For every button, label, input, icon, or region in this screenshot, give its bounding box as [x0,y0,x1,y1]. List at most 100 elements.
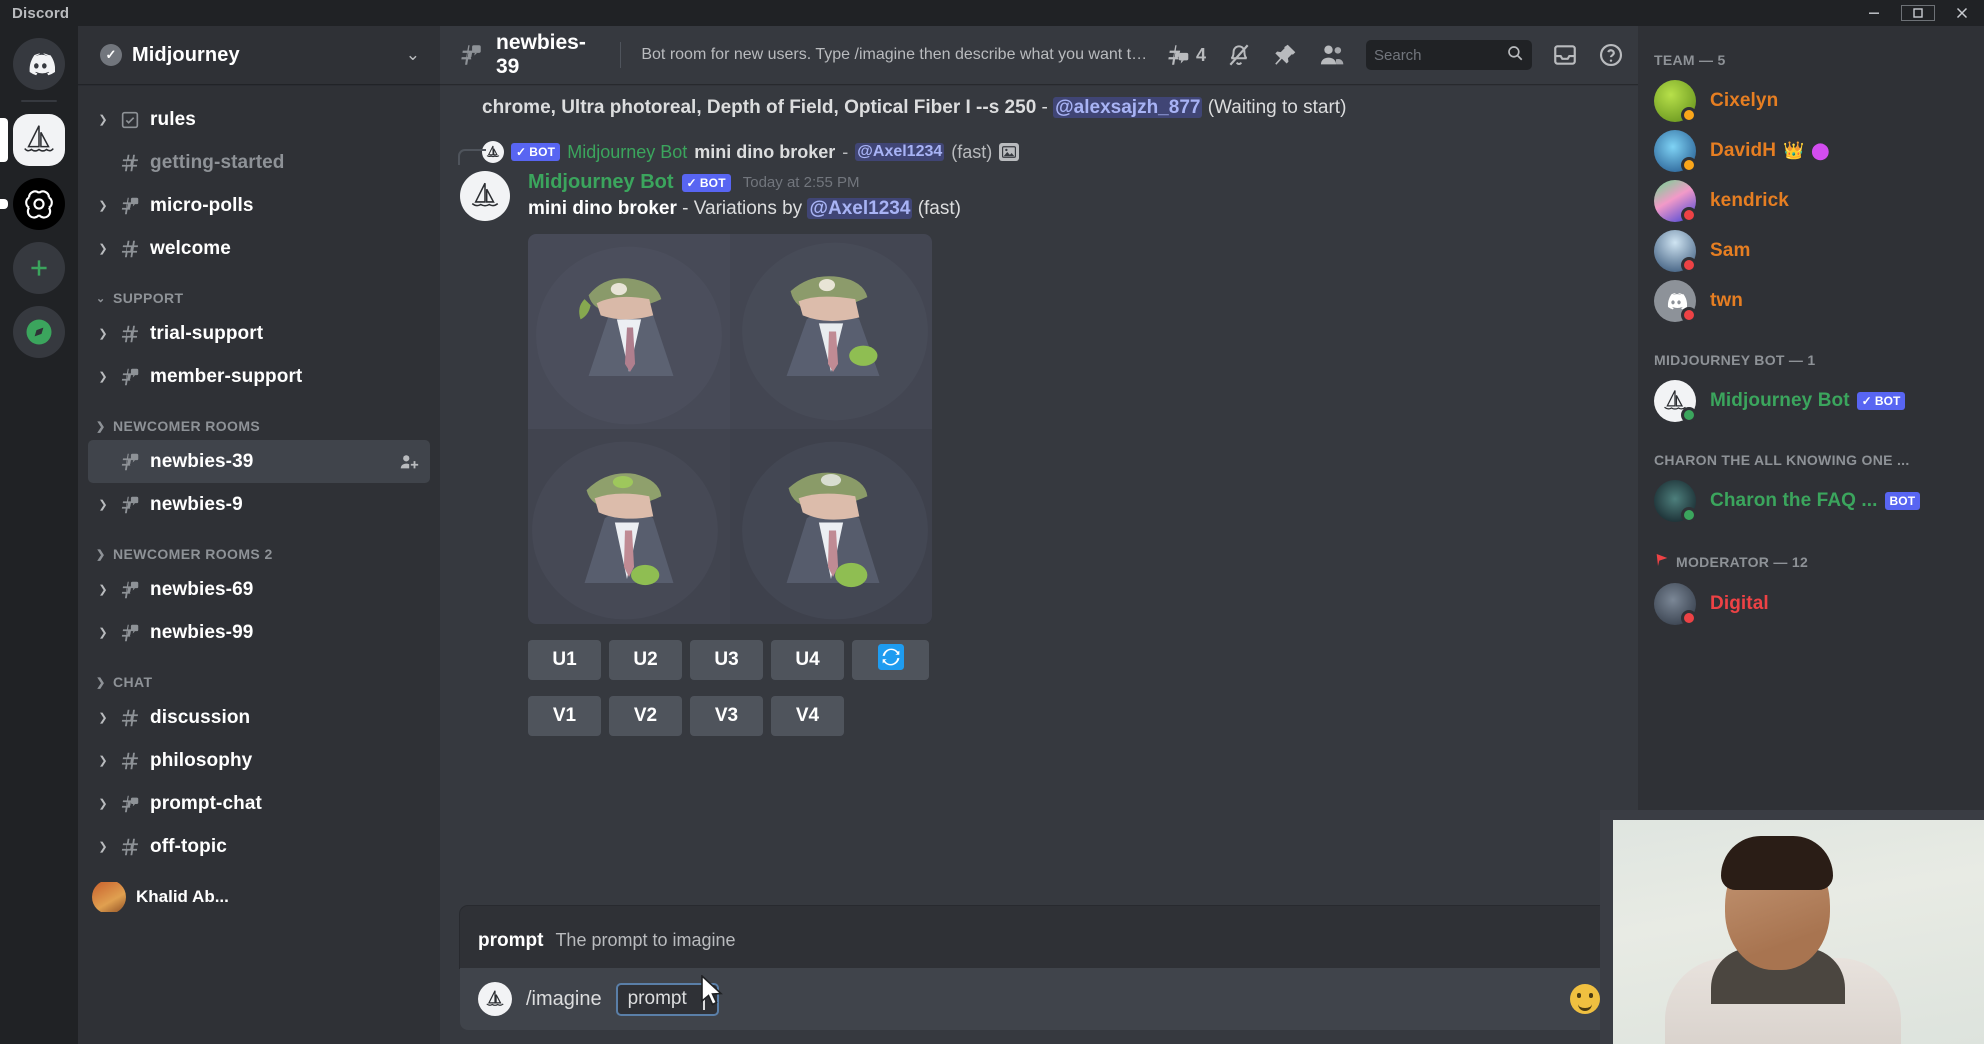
member-row[interactable]: DavidH 👑 ⬤ [1638,126,1984,176]
category-support[interactable]: ⌄ SUPPORT [78,270,440,312]
reroll-button[interactable] [852,640,929,680]
image-tile[interactable] [528,429,730,624]
maximize-icon[interactable] [1896,0,1940,26]
bot-message: Midjourney Bot ✓ BOT Today at 2:55 PM mi… [440,165,1638,736]
unread-arrow-icon: ❯ [98,798,108,810]
member-row[interactable]: Charon the FAQ ... BOT [1638,476,1984,526]
webcam-hair [1721,836,1833,890]
hash-thread-icon [117,793,143,815]
rail-item-home-discord[interactable] [8,38,70,90]
inbox-icon[interactable] [1552,42,1578,68]
sidebar-item-label: newbies-9 [150,493,243,515]
rail-item-add-server[interactable] [8,242,70,294]
category-newcomer-rooms[interactable]: ❯ NEWCOMER ROOMS [78,398,440,440]
rail-item-explore-servers[interactable] [8,306,70,358]
message-author[interactable]: Midjourney Bot [528,171,674,194]
image-tile[interactable] [730,429,932,624]
member-group-charon: CHARON THE ALL KNOWING ONE ... [1638,426,1984,476]
search-input[interactable]: Search [1366,40,1532,70]
member-name: kendrick [1710,190,1789,211]
upscale-button-u2[interactable]: U2 [609,640,682,680]
category-chat[interactable]: ❯ CHAT [78,654,440,696]
member-row[interactable]: Digital [1638,579,1984,629]
avatar [1654,180,1697,223]
bot-badge-check: ✓ [686,175,697,190]
upscale-button-u3[interactable]: U3 [690,640,763,680]
sidebar-item-newbies-99[interactable]: ❯ newbies-99 [88,611,430,654]
sidebar-partial-user[interactable]: Khalid Ab... [78,882,440,912]
member-row[interactable]: Sam [1638,226,1984,276]
sidebar-item-philosophy[interactable]: ❯ philosophy [88,739,430,782]
variation-button-v4[interactable]: V4 [771,696,844,736]
member-row[interactable]: twn [1638,276,1984,326]
main-content: newbies-39 Bot room for new users. Type … [440,0,1638,1044]
sidebar-item-discussion[interactable]: ❯ discussion [88,696,430,739]
upscale-button-u1[interactable]: U1 [528,640,601,680]
chevron-down-icon: ⌄ [96,292,106,305]
variation-button-v3[interactable]: V3 [690,696,763,736]
pin-icon[interactable] [1272,42,1298,68]
emoji-icon[interactable] [1570,984,1600,1014]
sidebar-item-newbies-69[interactable]: ❯ newbies-69 [88,568,430,611]
help-icon[interactable] [1598,42,1624,68]
chevron-down-icon[interactable]: ⌄ [406,45,420,65]
sidebar-item-micro-polls[interactable]: ❯ micro-polls [88,184,430,227]
member-row[interactable]: kendrick [1638,176,1984,226]
member-group-team: TEAM — 5 [1638,26,1984,76]
close-icon[interactable] [1940,0,1984,26]
sidebar-item-label: off-topic [150,835,227,857]
sidebar-item-member-support[interactable]: ❯ member-support [88,355,430,398]
reply-reference[interactable]: ✓ BOT Midjourney Bot mini dino broker - … [440,123,1638,165]
sidebar-item-off-topic[interactable]: ❯ off-topic [88,825,430,868]
rail-item-midjourney-server[interactable] [0,114,70,166]
message-header: Midjourney Bot ✓ BOT Today at 2:55 PM [528,171,1638,194]
sidebar-item-prompt-chat[interactable]: ❯ prompt-chat [88,782,430,825]
member-row[interactable]: Cixelyn [1638,76,1984,126]
sailboat-icon [13,114,65,166]
members-icon[interactable] [1318,41,1346,69]
sidebar-item-getting-started[interactable]: ❯ getting-started [88,141,430,184]
user-mention[interactable]: @Axel1234 [807,198,913,219]
guild-header[interactable]: ✓ Midjourney ⌄ [78,26,440,84]
member-name: Charon the FAQ ... [1710,490,1878,511]
rail-item-openai-server[interactable] [0,178,70,230]
continued-dash: - [1041,97,1048,118]
sidebar-partial-user-label: Khalid Ab... [136,887,229,906]
user-mention[interactable]: @Axel1234 [855,143,945,161]
threads-icon[interactable]: 4 [1165,42,1206,68]
variation-button-v1[interactable]: V1 [528,696,601,736]
avatar[interactable] [460,171,510,221]
variation-button-v2[interactable]: V2 [609,696,682,736]
autocomplete-option-prompt[interactable]: prompt The prompt to imagine [460,920,1618,968]
threads-count: 4 [1195,44,1206,65]
sidebar-item-trial-support[interactable]: ❯ trial-support [88,312,430,355]
header-divider [620,42,622,68]
rules-icon [117,109,143,131]
member-group-midjourney-bot: MIDJOURNEY BOT — 1 [1638,326,1984,376]
generated-image-grid[interactable] [528,234,932,624]
sidebar-item-newbies-39[interactable]: ❯ newbies-39 [88,440,430,483]
sidebar-item-newbies-9[interactable]: ❯ newbies-9 [88,483,430,526]
member-name-row: Charon the FAQ ... BOT [1710,490,1921,512]
header-actions: 4 Search [1165,40,1624,70]
sidebar-item-welcome[interactable]: ❯ welcome [88,227,430,270]
bell-muted-icon[interactable] [1226,42,1252,68]
bot-badge-check: ✓ [516,145,527,159]
add-member-icon[interactable] [398,451,420,473]
upscale-button-u4[interactable]: U4 [771,640,844,680]
category-newcomer-rooms-2[interactable]: ❯ NEWCOMER ROOMS 2 [78,526,440,568]
image-tile[interactable] [528,234,730,429]
image-tile[interactable] [730,234,932,429]
message-list[interactable]: chrome, Ultra photoreal, Depth of Field,… [440,84,1638,906]
minimize-icon[interactable] [1852,0,1896,26]
page-title: newbies-39 [496,31,586,78]
member-row[interactable]: Midjourney Bot ✓ BOT [1638,376,1984,426]
user-mention[interactable]: @alexsajzh_877 [1053,97,1203,118]
sidebar-item-rules[interactable]: ❯ rules [88,98,430,141]
reply-author[interactable]: Midjourney Bot [567,142,687,163]
guild-name: Midjourney [132,43,240,66]
compass-icon [13,306,65,358]
member-name: Cixelyn [1710,90,1779,111]
unread-arrow-icon: ❯ [98,584,108,596]
message-composer[interactable]: /imagine prompt [460,968,1618,1030]
